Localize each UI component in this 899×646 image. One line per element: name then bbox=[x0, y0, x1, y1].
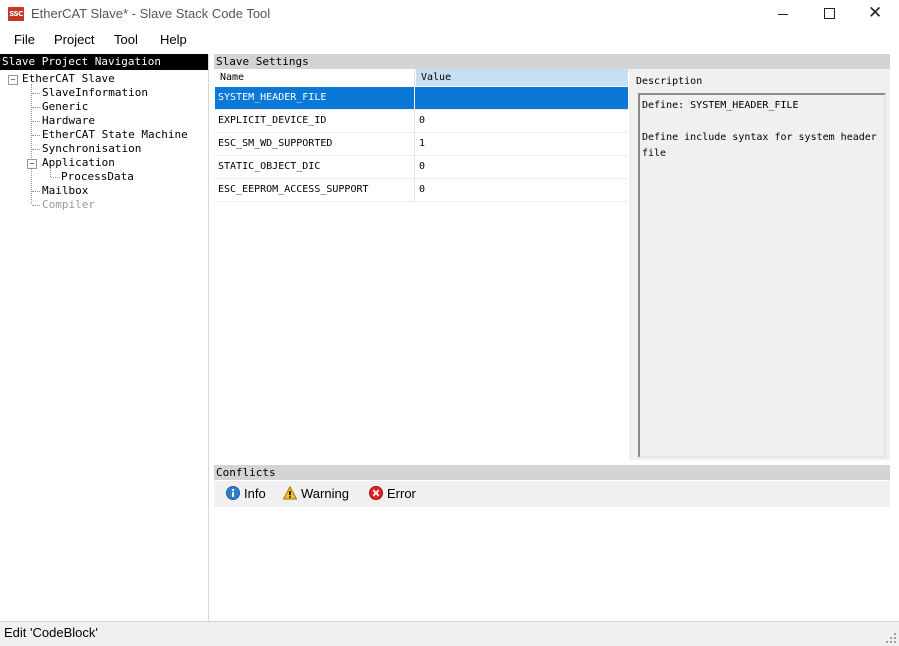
tree-item-application[interactable]: Application bbox=[42, 156, 115, 170]
warning-filter-button[interactable]: Warning bbox=[283, 486, 363, 502]
tree-item-mailbox[interactable]: Mailbox bbox=[42, 184, 88, 198]
tree-item-processdata[interactable]: ProcessData bbox=[61, 170, 134, 184]
info-icon bbox=[226, 486, 240, 500]
error-label: Error bbox=[387, 486, 416, 501]
tree-item-generic[interactable]: Generic bbox=[42, 100, 88, 114]
tree-line bbox=[31, 84, 32, 204]
minimize-icon bbox=[778, 14, 788, 15]
settings-grid: Name Value SYSTEM_HEADER_FILE EXPLICIT_D… bbox=[215, 69, 628, 460]
row-name: EXPLICIT_DEVICE_ID bbox=[215, 110, 415, 132]
menu-file[interactable]: File bbox=[14, 32, 35, 47]
error-filter-button[interactable]: Error bbox=[369, 486, 429, 502]
error-icon bbox=[369, 486, 383, 500]
status-text: Edit 'CodeBlock' bbox=[4, 625, 98, 640]
row-value[interactable] bbox=[416, 87, 628, 109]
resize-grip-icon[interactable] bbox=[885, 632, 897, 644]
table-row[interactable]: STATIC_OBJECT_DIC 0 bbox=[215, 156, 628, 179]
table-row[interactable]: ESC_SM_WD_SUPPORTED 1 bbox=[215, 133, 628, 156]
tree-line bbox=[51, 177, 60, 178]
row-name: ESC_EEPROM_ACCESS_SUPPORT bbox=[215, 179, 415, 201]
minimize-button[interactable] bbox=[760, 0, 806, 30]
tree-item-synchronisation[interactable]: Synchronisation bbox=[42, 142, 141, 156]
description-define: Define: SYSTEM_HEADER_FILE bbox=[642, 100, 799, 111]
row-name: SYSTEM_HEADER_FILE bbox=[215, 87, 415, 109]
description-box: Define: SYSTEM_HEADER_FILE Define includ… bbox=[638, 93, 886, 458]
project-navigation: Slave Project Navigation − EtherCAT Slav… bbox=[0, 54, 209, 621]
row-value[interactable]: 1 bbox=[416, 133, 628, 155]
info-label: Info bbox=[244, 486, 266, 501]
status-bar: Edit 'CodeBlock' bbox=[0, 621, 899, 646]
table-row[interactable]: SYSTEM_HEADER_FILE bbox=[215, 87, 628, 110]
close-button[interactable]: ✕ bbox=[852, 0, 898, 30]
menu-project[interactable]: Project bbox=[54, 32, 94, 47]
maximize-icon bbox=[824, 8, 835, 19]
tree-item-hardware[interactable]: Hardware bbox=[42, 114, 95, 128]
warning-label: Warning bbox=[301, 486, 349, 501]
warning-icon bbox=[283, 486, 297, 500]
collapse-icon[interactable]: − bbox=[27, 159, 37, 169]
menu-tool[interactable]: Tool bbox=[114, 32, 138, 47]
tree-line bbox=[32, 135, 40, 136]
tree-line bbox=[32, 149, 40, 150]
conflicts-list[interactable] bbox=[214, 507, 890, 619]
row-value[interactable]: 0 bbox=[416, 179, 628, 201]
menu-bar: File Project Tool Help bbox=[0, 30, 899, 52]
tree-line bbox=[32, 93, 40, 94]
column-value[interactable]: Value bbox=[416, 69, 628, 86]
app-icon: SSC bbox=[8, 7, 24, 21]
tree-line bbox=[32, 107, 40, 108]
maximize-button[interactable] bbox=[806, 0, 852, 30]
row-name: STATIC_OBJECT_DIC bbox=[215, 156, 415, 178]
close-icon: ✕ bbox=[868, 3, 883, 23]
table-row[interactable]: EXPLICIT_DEVICE_ID 0 bbox=[215, 110, 628, 133]
conflicts-header: Conflicts bbox=[214, 465, 890, 480]
description-text: Define include syntax for system header … bbox=[642, 132, 877, 159]
nav-header: Slave Project Navigation bbox=[0, 54, 208, 70]
description-panel: Description Define: SYSTEM_HEADER_FILE D… bbox=[629, 69, 890, 460]
tree-item-slaveinformation[interactable]: SlaveInformation bbox=[42, 86, 148, 100]
table-row[interactable]: ESC_EEPROM_ACCESS_SUPPORT 0 bbox=[215, 179, 628, 202]
row-value[interactable]: 0 bbox=[416, 110, 628, 132]
tree-item-state-machine[interactable]: EtherCAT State Machine bbox=[42, 128, 188, 142]
title-bar: SSC EtherCAT Slave* - Slave Stack Code T… bbox=[0, 0, 899, 30]
column-name[interactable]: Name bbox=[215, 69, 415, 86]
conflicts-toolbar: Info Warning Error bbox=[214, 481, 890, 507]
tree-item-ethercat-slave[interactable]: EtherCAT Slave bbox=[22, 72, 115, 86]
grid-header: Name Value bbox=[215, 69, 628, 86]
row-value[interactable]: 0 bbox=[416, 156, 628, 178]
tree-line bbox=[32, 191, 40, 192]
menu-help[interactable]: Help bbox=[160, 32, 187, 47]
collapse-icon[interactable]: − bbox=[8, 75, 18, 85]
tree-line bbox=[32, 121, 40, 122]
description-label: Description bbox=[636, 76, 703, 87]
info-filter-button[interactable]: Info bbox=[226, 486, 286, 502]
tree-item-compiler[interactable]: Compiler bbox=[42, 198, 95, 212]
window-title: EtherCAT Slave* - Slave Stack Code Tool bbox=[31, 6, 271, 21]
slave-settings-header: Slave Settings bbox=[214, 54, 890, 69]
row-name: ESC_SM_WD_SUPPORTED bbox=[215, 133, 415, 155]
tree-line bbox=[32, 205, 40, 206]
